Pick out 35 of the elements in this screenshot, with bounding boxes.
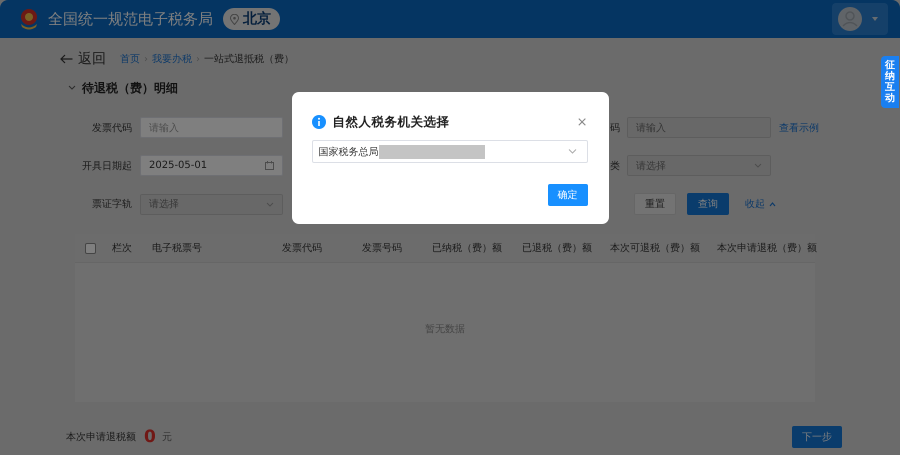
field-label: 开具日期起 [82,160,132,172]
breadcrumb-separator: › [196,54,200,64]
field-label: 码 [610,122,620,134]
dialog-title: 自然人税务机关选择 [332,114,450,130]
date-field[interactable]: 2025-05-01 [140,155,283,176]
back-link[interactable]: 返回 [60,50,106,68]
field-label: 发票代码 [92,122,132,134]
confirm-button[interactable]: 确定 [548,184,588,206]
total-label: 本次申请退税额 [66,430,136,444]
column-header: 已纳税（费）额 [431,242,503,255]
next-step-button[interactable]: 下一步 [792,426,842,448]
collapse-link[interactable]: 收起 [745,193,776,215]
reset-button[interactable]: 重置 [634,193,676,215]
column-header: 电子税票号 [151,242,203,255]
breadcrumb-link[interactable]: 我要办税 [152,52,192,66]
location-selector[interactable]: 北京 [223,8,280,30]
total-amount: 0 [144,427,156,447]
field-label: 票证字轨 [92,199,132,210]
breadcrumb-separator: › [144,54,148,64]
section-title: 待退税（费）明细 [82,80,178,96]
column-header: 本次申请退税（费）额 [716,242,815,255]
currency-unit: 元 [162,431,172,444]
column-header: 本次可退税（费）额 [609,242,701,255]
query-button[interactable]: 查询 [687,193,729,215]
column-header: 发票号码 [361,242,403,255]
close-button[interactable]: × [576,116,588,128]
side-tab[interactable]: 征纳互动 [881,56,899,108]
breadcrumb-link[interactable]: 首页 [120,52,140,66]
breadcrumb-current: 一站式退抵税（费） [204,52,294,66]
column-header: 栏次 [111,242,133,255]
select-field[interactable]: 国家税务总局 [312,140,588,163]
column-header: 发票代码 [281,242,323,255]
column-header: 已退税（费）额 [521,242,593,255]
field-label: 类 [610,160,620,172]
site-title: 全国统一规范电子税务局 [48,10,213,28]
